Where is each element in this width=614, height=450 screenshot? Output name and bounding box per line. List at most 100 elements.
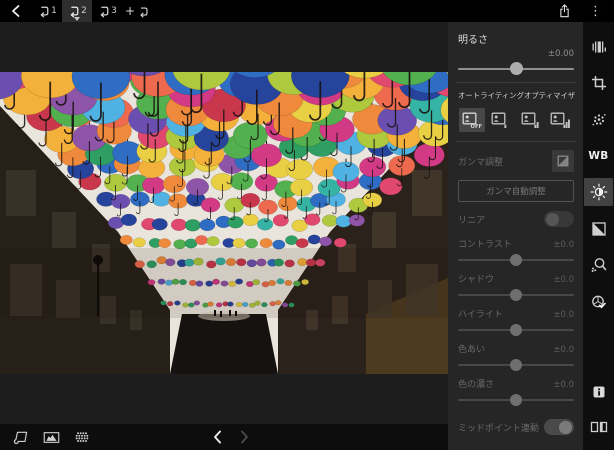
umbrella-street-photo xyxy=(0,72,448,374)
toggle-knob xyxy=(559,421,572,434)
bottom-bar xyxy=(0,424,448,450)
gamma-auto-adjust-button[interactable]: ガンマ自動調整 xyxy=(458,180,574,202)
auto-lighting-optimizer-options: OFF xyxy=(459,108,573,132)
alo-strong-icon xyxy=(550,111,570,129)
slider-thumb[interactable] xyxy=(510,359,522,371)
exposure-icon xyxy=(591,221,607,237)
crop-icon xyxy=(591,75,607,91)
alo-standard-icon xyxy=(521,111,541,129)
brightness-tool-button[interactable] xyxy=(584,178,613,206)
midpoint-link-toggle[interactable] xyxy=(544,419,574,435)
hue-label: 色あい xyxy=(458,342,485,355)
gamma-curve-icon xyxy=(556,154,570,168)
noise-reduction-icon xyxy=(591,112,607,127)
grid-dots-button[interactable] xyxy=(74,430,90,445)
levels-tool-button[interactable] xyxy=(586,35,611,59)
previous-image-button[interactable] xyxy=(212,430,222,444)
brightness-sun-icon xyxy=(590,183,608,201)
photo-preview xyxy=(0,72,448,374)
plus-icon: + xyxy=(125,5,135,17)
picture-style-tool-button[interactable] xyxy=(586,290,611,314)
add-recipe-tab-button[interactable]: + xyxy=(122,0,152,22)
tab-recipe-3[interactable]: 3 xyxy=(92,0,122,22)
white-balance-label: WB xyxy=(588,150,608,162)
next-image-button[interactable] xyxy=(240,430,250,444)
recipe-icon xyxy=(67,4,80,18)
alo-low-icon xyxy=(491,111,511,129)
info-tool-button[interactable] xyxy=(586,380,611,404)
highlight-slider-row: ハイライト ±0.0 xyxy=(458,307,574,336)
linear-toggle[interactable] xyxy=(544,211,574,227)
auto-lighting-optimizer-label: オートライティングオプティマイザ xyxy=(458,91,574,101)
white-balance-tool-button[interactable]: WB xyxy=(586,144,611,168)
shadow-label: シャドウ xyxy=(458,272,494,285)
hue-slider[interactable] xyxy=(458,358,574,371)
crop-tool-button[interactable] xyxy=(586,71,611,95)
alo-strong-button[interactable] xyxy=(547,108,573,132)
alo-low-button[interactable] xyxy=(488,108,514,132)
highlight-label: ハイライト xyxy=(458,307,503,320)
image-navigation xyxy=(212,424,250,450)
tab-recipe-2[interactable]: 2 xyxy=(62,0,92,22)
tab-recipe-1[interactable]: 1 xyxy=(32,0,62,22)
app-window: 1 2 3 + xyxy=(0,0,614,450)
contrast-slider-row: コントラスト ±0.0 xyxy=(458,237,574,266)
contrast-value: ±0.0 xyxy=(553,240,574,251)
saturation-slider-row: 色の濃さ ±0.0 xyxy=(458,377,574,406)
brightness-value: ±0.00 xyxy=(458,49,574,60)
picture-style-icon xyxy=(590,294,607,310)
noise-reduction-tool-button[interactable] xyxy=(586,107,611,131)
highlight-value: ±0.0 xyxy=(553,310,574,321)
contrast-label: コントラスト xyxy=(458,237,512,250)
compare-view-tool-button[interactable] xyxy=(586,415,611,439)
svg-text:OFF: OFF xyxy=(471,124,482,129)
saturation-label: 色の濃さ xyxy=(458,377,494,390)
toggle-knob xyxy=(546,213,559,226)
gamma-label: ガンマ調整 xyxy=(458,155,503,168)
midpoint-row: ミッドポイント連動 xyxy=(458,419,574,435)
slider-thumb[interactable] xyxy=(510,324,522,336)
slider-thumb[interactable] xyxy=(510,289,522,301)
slider-thumb[interactable] xyxy=(510,394,522,406)
top-bar-actions: ⋮ xyxy=(558,3,602,19)
alo-off-button[interactable]: OFF xyxy=(459,108,485,132)
brightness-slider[interactable] xyxy=(458,62,574,75)
levels-icon xyxy=(590,39,608,55)
divider xyxy=(456,82,576,83)
magnifier-dots-icon xyxy=(590,257,607,273)
info-icon xyxy=(592,385,606,399)
recipe-icon xyxy=(97,4,110,18)
slider-thumb[interactable] xyxy=(510,62,523,75)
saturation-slider[interactable] xyxy=(458,393,574,406)
tool-strip: WB xyxy=(583,22,614,450)
back-button[interactable] xyxy=(7,3,23,19)
tab-number: 3 xyxy=(111,7,117,16)
exposure-tool-button[interactable] xyxy=(586,217,611,241)
gamma-row: ガンマ調整 xyxy=(458,150,574,172)
magnify-noise-tool-button[interactable] xyxy=(586,253,611,277)
more-menu-button[interactable]: ⋮ xyxy=(589,5,602,18)
highlight-slider[interactable] xyxy=(458,323,574,336)
shadow-value: ±0.0 xyxy=(553,275,574,286)
recipe-icon xyxy=(137,5,149,18)
gamma-curve-button[interactable] xyxy=(552,150,574,172)
alo-standard-button[interactable] xyxy=(518,108,544,132)
midpoint-link-label: ミッドポイント連動 xyxy=(458,421,539,434)
recipe-tabs: 1 2 3 + xyxy=(32,0,152,22)
recipe-icon xyxy=(37,4,50,18)
saturation-value: ±0.0 xyxy=(553,380,574,391)
divider xyxy=(456,141,576,142)
slider-thumb[interactable] xyxy=(510,254,522,266)
compare-icon xyxy=(590,420,608,434)
brightness-label: 明るさ xyxy=(458,31,574,46)
image-canvas xyxy=(0,22,448,450)
tab-number: 2 xyxy=(81,7,87,16)
recipe-clipboard-button[interactable] xyxy=(12,430,29,445)
alo-off-icon: OFF xyxy=(462,111,482,129)
linear-label: リニア xyxy=(458,213,485,226)
contrast-slider[interactable] xyxy=(458,253,574,266)
histogram-toggle-button[interactable] xyxy=(43,431,60,444)
shadow-slider-row: シャドウ ±0.0 xyxy=(458,272,574,301)
share-button[interactable] xyxy=(558,3,571,19)
shadow-slider[interactable] xyxy=(458,288,574,301)
